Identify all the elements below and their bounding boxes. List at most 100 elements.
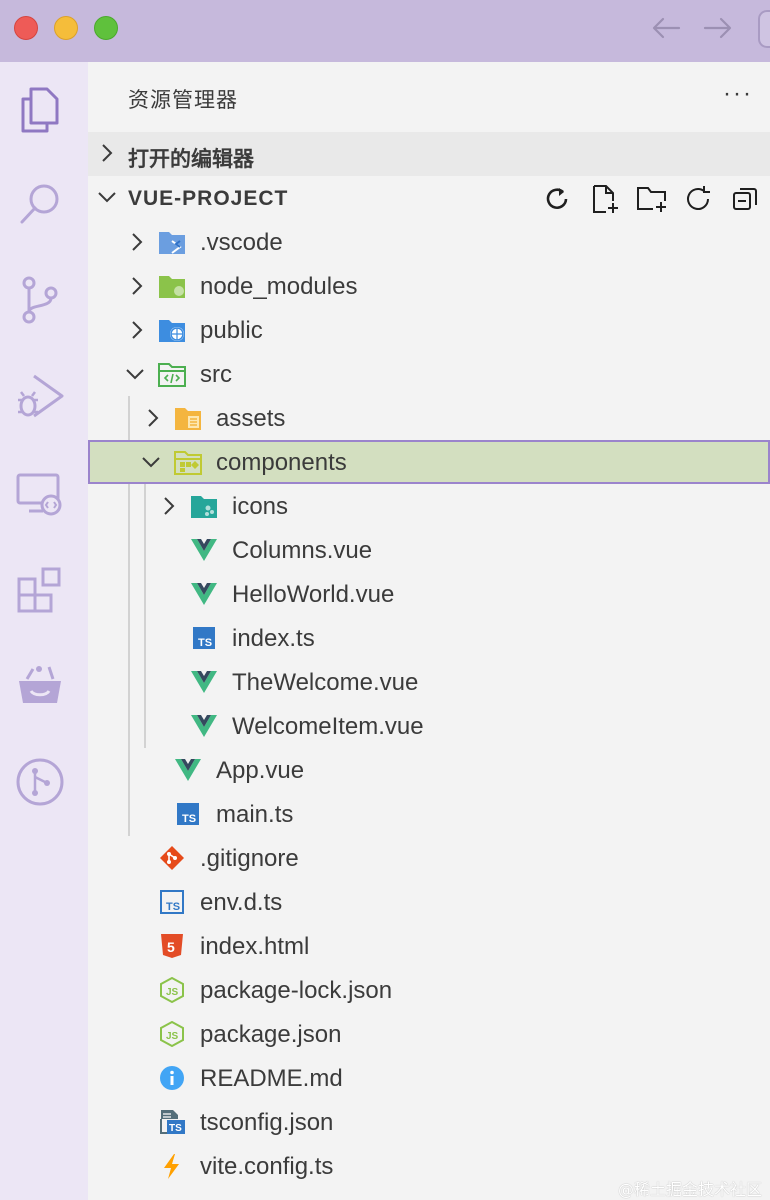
command-center[interactable]	[758, 10, 770, 48]
tree-item-label: .vscode	[200, 229, 283, 256]
tree-item-label: vite.config.ts	[200, 1153, 334, 1180]
vite-icon	[164, 1154, 179, 1179]
extensions-icon	[17, 567, 61, 613]
svg-text:TS: TS	[166, 901, 180, 913]
vue-icon	[191, 583, 217, 605]
tree-item-label: index.ts	[232, 625, 315, 652]
svg-text:TS: TS	[169, 1123, 182, 1134]
explorer-sidebar: 资源管理器 ··· 打开的编辑器 VUE-PROJECT .vscode nod…	[88, 62, 770, 1200]
more-actions-button[interactable]: ···	[718, 74, 758, 114]
chevron-down-icon	[126, 369, 144, 380]
tree-item-columns-vue[interactable]: Columns.vue	[88, 528, 770, 572]
tree-item-app-vue[interactable]: App.vue	[88, 748, 770, 792]
tree-item-gitignore[interactable]: .gitignore	[88, 836, 770, 880]
chevron-right-icon	[132, 277, 143, 295]
tree-item-label: src	[200, 361, 232, 388]
svg-text:JS: JS	[166, 1031, 179, 1042]
chevron-right-icon	[148, 409, 159, 427]
minimize-window-button[interactable]	[54, 16, 78, 40]
tree-item-label: assets	[216, 405, 286, 432]
tree-item-components[interactable]: components	[88, 440, 770, 484]
tree-item-label: public	[200, 317, 263, 344]
refresh-explorer-icon	[687, 186, 710, 210]
open-editors-section[interactable]: 打开的编辑器	[88, 132, 770, 176]
tree-item-assets[interactable]: assets	[88, 396, 770, 440]
components-folder-icon	[174, 451, 202, 475]
basket-button[interactable]	[12, 658, 68, 714]
tree-item-thewelcome-vue[interactable]: TheWelcome.vue	[88, 660, 770, 704]
forward-button[interactable]	[700, 10, 736, 46]
tree-item-label: HelloWorld.vue	[232, 581, 395, 608]
typescript-icon: TS	[177, 803, 199, 825]
project-section[interactable]: VUE-PROJECT	[88, 176, 770, 220]
new-folder-icon	[637, 187, 666, 212]
tree-item-label: package.json	[200, 1021, 342, 1048]
tree-item-label: WelcomeItem.vue	[232, 713, 424, 740]
tree-item-env-d-ts[interactable]: TS env.d.ts	[88, 880, 770, 924]
zoom-window-button[interactable]	[94, 16, 118, 40]
tree-item-src[interactable]: src	[88, 352, 770, 396]
tree-item-label: node_modules	[200, 273, 358, 300]
title-bar	[0, 0, 770, 62]
tree-item-helloworld-vue[interactable]: HelloWorld.vue	[88, 572, 770, 616]
tree-item-label: index.html	[200, 933, 310, 960]
refresh-button[interactable]	[534, 182, 582, 216]
tree-item-label: components	[216, 449, 347, 476]
tree-item-tsconfig-json[interactable]: TS tsconfig.json	[88, 1100, 770, 1144]
tree-item-welcomeitem-vue[interactable]: WelcomeItem.vue	[88, 704, 770, 748]
vscode-folder-icon	[159, 232, 185, 254]
tree-item-icons[interactable]: icons	[88, 484, 770, 528]
assets-folder-icon	[175, 408, 201, 430]
refresh-icon	[546, 188, 568, 209]
typescript-def-icon: TS	[160, 890, 184, 914]
public-folder-icon	[159, 320, 185, 342]
extensions-button[interactable]	[12, 562, 68, 618]
tree-item-label: App.vue	[216, 757, 305, 784]
tree-item-main-ts[interactable]: TS main.ts	[88, 792, 770, 836]
close-window-button[interactable]	[14, 16, 38, 40]
git-graph-icon	[16, 758, 64, 806]
tree-item-node-modules[interactable]: node_modules	[88, 264, 770, 308]
back-button[interactable]	[648, 10, 684, 46]
vue-icon	[175, 759, 201, 781]
git-graph-button[interactable]	[12, 754, 68, 810]
git-icon	[160, 846, 184, 870]
activity-bar	[0, 62, 88, 1200]
tsconfig-icon: TS	[160, 1110, 185, 1134]
arrow-left-icon	[652, 17, 681, 39]
arrow-right-icon	[703, 17, 732, 39]
project-label: VUE-PROJECT	[128, 187, 289, 210]
vue-icon	[191, 715, 217, 737]
source-control-button[interactable]	[12, 272, 68, 328]
html5-icon: 5	[161, 934, 183, 958]
tree-item-label: tsconfig.json	[200, 1109, 334, 1136]
refresh-explorer-button[interactable]	[675, 182, 723, 216]
basket-icon	[19, 666, 61, 703]
typescript-icon: TS	[193, 627, 215, 649]
remote-explorer-button[interactable]	[12, 466, 68, 522]
new-folder-button[interactable]	[628, 182, 676, 216]
collapse-all-button[interactable]	[722, 182, 770, 216]
chevron-right-icon	[102, 144, 113, 162]
new-file-icon	[593, 185, 618, 213]
tree-item-package-lock-json[interactable]: JS package-lock.json	[88, 968, 770, 1012]
info-icon	[160, 1066, 184, 1090]
explorer-button[interactable]	[12, 82, 68, 138]
tree-item-package-json[interactable]: JS package.json	[88, 1012, 770, 1056]
vue-icon	[191, 539, 217, 561]
run-debug-icon	[18, 374, 64, 418]
collapse-all-icon	[733, 188, 757, 210]
tree-item-index-ts[interactable]: TS index.ts	[88, 616, 770, 660]
tree-item-index-html[interactable]: 5 index.html	[88, 924, 770, 968]
node-folder-icon	[159, 276, 185, 298]
vue-icon	[191, 671, 217, 693]
tree-item-label: main.ts	[216, 801, 294, 828]
tree-item-readme-md[interactable]: README.md	[88, 1056, 770, 1100]
tree-item-public[interactable]: public	[88, 308, 770, 352]
search-button[interactable]	[12, 176, 68, 232]
icons-folder-icon	[191, 496, 217, 518]
src-folder-icon	[158, 363, 186, 387]
new-file-button[interactable]	[581, 182, 629, 216]
run-debug-button[interactable]	[12, 368, 68, 424]
tree-item-vscode[interactable]: .vscode	[88, 220, 770, 264]
